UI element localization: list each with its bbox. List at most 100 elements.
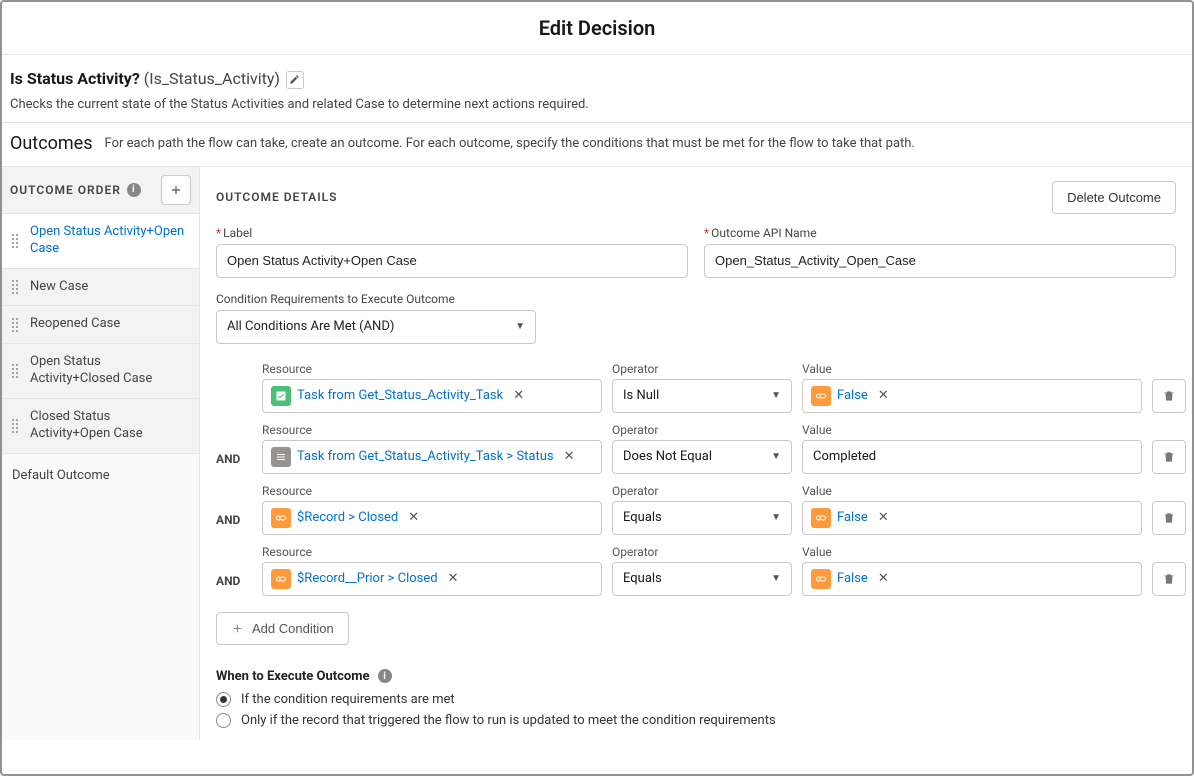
remove-pill-button[interactable]: ✕ <box>874 571 893 586</box>
label-input[interactable] <box>216 244 688 278</box>
outcome-item-label: New Case <box>30 279 191 296</box>
outcome-order-panel: OUTCOME ORDER i Open Status Activity+Ope… <box>2 167 200 740</box>
chevron-down-icon: ▼ <box>771 573 781 584</box>
operator-select[interactable]: Equals▼ <box>612 501 792 535</box>
info-icon[interactable]: i <box>378 669 392 683</box>
value-label: Value <box>802 545 1142 559</box>
resource-type-icon <box>811 386 831 406</box>
edit-decision-dialog: Edit Decision Is Status Activity? (Is_St… <box>0 0 1194 776</box>
value-input[interactable]: Completed <box>802 440 1142 474</box>
condition-req-select[interactable]: All Conditions Are Met (AND) ▼ <box>216 310 536 344</box>
value-input[interactable]: False ✕ <box>802 501 1142 535</box>
resource-input[interactable]: $Record > Closed ✕ <box>262 501 602 535</box>
drag-handle-icon[interactable] <box>12 364 22 378</box>
delete-outcome-button[interactable]: Delete Outcome <box>1052 181 1176 214</box>
and-label: AND <box>216 574 252 596</box>
trash-icon <box>1162 450 1176 464</box>
outcome-order-item[interactable]: Open Status Activity+Closed Case <box>2 344 199 399</box>
execute-option-label: If the condition requirements are met <box>241 692 455 707</box>
operator-value: Does Not Equal <box>623 449 712 464</box>
value-label: Value <box>802 484 1142 498</box>
delete-condition-button[interactable] <box>1152 562 1186 596</box>
operator-value: Is Null <box>623 388 659 403</box>
radio-button[interactable] <box>216 692 231 707</box>
when-to-execute-section: When to Execute Outcome i If the conditi… <box>216 669 1176 728</box>
resource-type-icon <box>271 447 291 467</box>
drag-handle-icon[interactable] <box>12 234 22 248</box>
outcome-order-item[interactable]: Open Status Activity+Open Case <box>2 214 199 269</box>
drag-handle-icon[interactable] <box>12 318 22 332</box>
outcome-item-label: Closed Status Activity+Open Case <box>30 409 191 443</box>
remove-pill-button[interactable]: ✕ <box>560 449 579 464</box>
resource-input[interactable]: Task from Get_Status_Activity_Task ✕ <box>262 379 602 413</box>
chevron-down-icon: ▼ <box>771 390 781 401</box>
value-label: Value <box>802 362 1142 376</box>
operator-value: Equals <box>623 510 662 525</box>
decision-api-name: (Is_Status_Activity) <box>144 69 280 88</box>
api-name-input[interactable] <box>704 244 1176 278</box>
resource-value: Task from Get_Status_Activity_Task <box>297 388 503 403</box>
resource-type-icon <box>271 508 291 528</box>
pencil-icon <box>289 74 300 85</box>
decision-info: Is Status Activity? (Is_Status_Activity)… <box>2 55 1192 123</box>
remove-pill-button[interactable]: ✕ <box>874 510 893 525</box>
outcome-details-label: OUTCOME DETAILS <box>216 190 338 204</box>
resource-type-icon <box>271 569 291 589</box>
execute-option[interactable]: Only if the record that triggered the fl… <box>216 713 1176 728</box>
resource-value: $Record > Closed <box>297 510 398 525</box>
condition-row: ANDResource$Record__Prior > Closed✕Opera… <box>216 545 1176 596</box>
value-pill-text: False <box>837 510 868 525</box>
chevron-down-icon: ▼ <box>771 451 781 462</box>
execute-option-label: Only if the record that triggered the fl… <box>241 713 776 728</box>
resource-label: Resource <box>262 484 602 498</box>
value-pill-text: False <box>837 571 868 586</box>
drag-handle-icon[interactable] <box>12 419 22 433</box>
add-condition-button[interactable]: Add Condition <box>216 612 349 645</box>
delete-condition-button[interactable] <box>1152 379 1186 413</box>
value-input[interactable]: False✕ <box>802 379 1142 413</box>
default-outcome-item[interactable]: Default Outcome <box>2 454 199 497</box>
remove-pill-button[interactable]: ✕ <box>874 388 893 403</box>
trash-icon <box>1162 572 1176 586</box>
resource-value: $Record__Prior > Closed <box>297 571 438 586</box>
delete-condition-button[interactable] <box>1152 440 1186 474</box>
resource-input[interactable]: Task from Get_Status_Activity_Task > Sta… <box>262 440 602 474</box>
value-input[interactable]: False ✕ <box>802 562 1142 596</box>
operator-select[interactable]: Equals▼ <box>612 562 792 596</box>
plus-icon <box>169 183 183 197</box>
condition-row: ResourceTask from Get_Status_Activity_Ta… <box>216 362 1176 413</box>
resource-input[interactable]: $Record__Prior > Closed ✕ <box>262 562 602 596</box>
execute-option[interactable]: If the condition requirements are met <box>216 692 1176 707</box>
outcomes-heading: Outcomes <box>10 133 93 154</box>
radio-button[interactable] <box>216 713 231 728</box>
and-label <box>216 405 252 413</box>
outcome-order-item[interactable]: New Case <box>2 269 199 307</box>
info-icon[interactable]: i <box>127 183 141 197</box>
and-label: AND <box>216 513 252 535</box>
condition-row: ANDResource$Record > Closed✕OperatorEqua… <box>216 484 1176 535</box>
outcomes-header: Outcomes For each path the flow can take… <box>2 123 1192 167</box>
api-field-label: *Outcome API Name <box>704 226 1176 240</box>
drag-handle-icon[interactable] <box>12 280 22 294</box>
outcome-item-label: Reopened Case <box>30 316 191 333</box>
plus-icon <box>231 622 244 635</box>
resource-label: Resource <box>262 423 602 437</box>
operator-select[interactable]: Does Not Equal ▼ <box>612 440 792 474</box>
remove-pill-button[interactable]: ✕ <box>404 510 423 525</box>
outcomes-help: For each path the flow can take, create … <box>105 136 915 151</box>
operator-label: Operator <box>612 362 792 376</box>
trash-icon <box>1162 389 1176 403</box>
remove-pill-button[interactable]: ✕ <box>509 388 528 403</box>
operator-select[interactable]: Is Null ▼ <box>612 379 792 413</box>
dialog-title: Edit Decision <box>2 2 1192 55</box>
operator-label: Operator <box>612 423 792 437</box>
remove-pill-button[interactable]: ✕ <box>444 571 463 586</box>
edit-name-button[interactable] <box>286 71 304 89</box>
resource-value: Task from Get_Status_Activity_Task > Sta… <box>297 449 554 464</box>
outcome-order-item[interactable]: Reopened Case <box>2 306 199 344</box>
delete-condition-button[interactable] <box>1152 501 1186 535</box>
add-outcome-button[interactable] <box>161 175 191 205</box>
outcome-order-item[interactable]: Closed Status Activity+Open Case <box>2 399 199 454</box>
and-label: AND <box>216 452 252 474</box>
label-field-label: *Label <box>216 226 688 240</box>
